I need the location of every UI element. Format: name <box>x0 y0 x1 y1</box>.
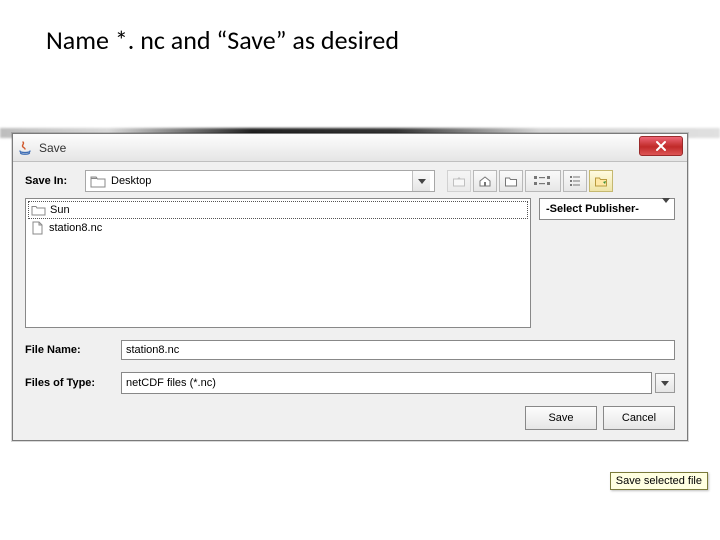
cancel-button-label: Cancel <box>622 412 656 424</box>
filetype-row: Files of Type: netCDF files (*.nc) <box>13 366 687 400</box>
close-button[interactable] <box>639 136 683 156</box>
details-view-button[interactable] <box>563 170 587 192</box>
filetype-label: Files of Type: <box>25 377 117 389</box>
save-tooltip: Save selected file <box>610 472 708 490</box>
titlebar: Save <box>13 134 687 162</box>
slide: Name *. nc and “Save” as desired Save Sa… <box>0 0 720 540</box>
chevron-down-icon <box>662 203 670 215</box>
chevron-down-icon <box>418 179 426 184</box>
filetype-combo[interactable]: netCDF files (*.nc) <box>121 372 652 394</box>
save-button[interactable]: Save <box>525 406 597 430</box>
filename-input[interactable] <box>121 340 675 360</box>
list-view-icon <box>532 174 554 188</box>
save-in-label: Save In: <box>25 175 79 187</box>
new-folder-button[interactable] <box>499 170 523 192</box>
content-row: Sun station8.nc -Select Publisher- <box>13 198 687 334</box>
java-icon <box>17 140 33 156</box>
folder-icon <box>31 203 46 217</box>
save-dialog: Save Save In: Desktop <box>12 133 688 441</box>
up-folder-icon <box>452 174 466 188</box>
go-button[interactable] <box>589 170 613 192</box>
filename-label: File Name: <box>25 344 117 356</box>
list-item[interactable]: Sun <box>28 201 528 219</box>
filetype-value: netCDF files (*.nc) <box>126 377 216 389</box>
save-in-dropdown-arrow[interactable] <box>412 171 430 191</box>
folder-go-icon <box>594 174 608 188</box>
list-item-label: station8.nc <box>49 222 102 234</box>
folder-icon <box>90 174 106 188</box>
save-in-combo[interactable]: Desktop <box>85 170 435 192</box>
close-icon <box>655 140 667 152</box>
chevron-down-icon <box>661 381 669 386</box>
home-button[interactable] <box>473 170 497 192</box>
file-icon <box>30 221 45 235</box>
new-folder-icon <box>504 174 518 188</box>
list-item-label: Sun <box>50 204 70 216</box>
tooltip-text: Save selected file <box>616 475 702 487</box>
save-in-value: Desktop <box>111 175 412 187</box>
publisher-combo-label: -Select Publisher- <box>546 203 639 215</box>
slide-caption: Name *. nc and “Save” as desired <box>46 24 399 56</box>
details-view-icon <box>568 174 582 188</box>
list-item[interactable]: station8.nc <box>28 219 528 237</box>
toolbar-buttons <box>447 170 613 192</box>
publisher-combo[interactable]: -Select Publisher- <box>539 198 675 220</box>
save-in-row: Save In: Desktop <box>13 162 687 198</box>
filetype-dropdown-arrow[interactable] <box>655 373 675 393</box>
dialog-title: Save <box>39 141 66 155</box>
button-row: Save Cancel <box>13 400 687 440</box>
up-one-level-button[interactable] <box>447 170 471 192</box>
file-list[interactable]: Sun station8.nc <box>25 198 531 328</box>
list-view-button[interactable] <box>525 170 561 192</box>
save-button-label: Save <box>548 412 573 424</box>
home-icon <box>478 174 492 188</box>
cancel-button[interactable]: Cancel <box>603 406 675 430</box>
filename-row: File Name: <box>13 334 687 366</box>
